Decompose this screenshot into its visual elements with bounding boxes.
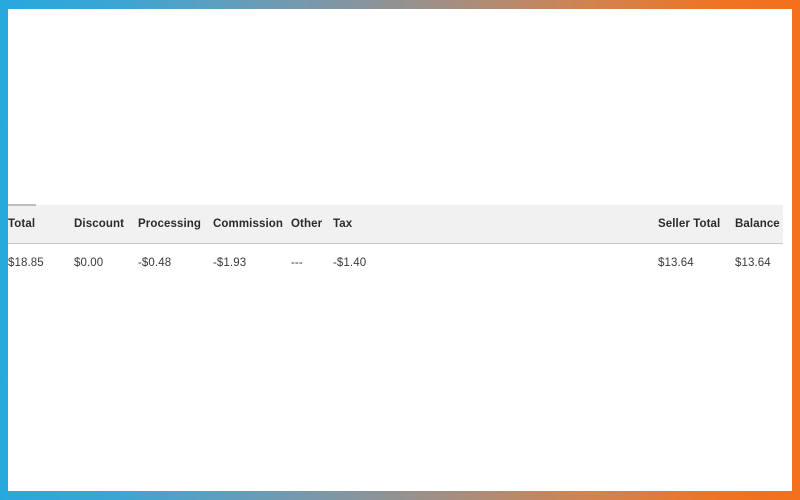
column-header-tax[interactable]: Tax <box>333 204 658 244</box>
cell-other: --- <box>291 243 333 282</box>
column-header-other[interactable]: Other <box>291 204 333 244</box>
cell-balance: $13.64 <box>735 243 783 282</box>
transaction-summary-table: Total Discount Processing Commission Oth… <box>8 204 783 282</box>
table-row[interactable]: $18.85 $0.00 -$0.48 -$1.93 --- -$1.40 $1… <box>8 243 783 282</box>
table-header: Total Discount Processing Commission Oth… <box>8 204 783 244</box>
cell-discount: $0.00 <box>74 243 138 282</box>
cell-tax: -$1.40 <box>333 243 658 282</box>
table-body: $18.85 $0.00 -$0.48 -$1.93 --- -$1.40 $1… <box>8 243 783 282</box>
cell-processing: -$0.48 <box>138 243 213 282</box>
cell-total: $18.85 <box>8 243 74 282</box>
column-header-total[interactable]: Total <box>8 204 74 244</box>
screenshot-canvas: Total Discount Processing Commission Oth… <box>0 0 800 500</box>
cell-seller-total: $13.64 <box>658 243 735 282</box>
column-header-commission[interactable]: Commission <box>213 204 291 244</box>
cell-commission: -$1.93 <box>213 243 291 282</box>
column-header-seller-total[interactable]: Seller Total <box>658 204 735 244</box>
transaction-summary-table-container: Total Discount Processing Commission Oth… <box>8 204 783 282</box>
page-content: Total Discount Processing Commission Oth… <box>8 9 783 491</box>
column-header-processing[interactable]: Processing <box>138 204 213 244</box>
table-header-row: Total Discount Processing Commission Oth… <box>8 204 783 244</box>
column-header-discount[interactable]: Discount <box>74 204 138 244</box>
column-header-balance[interactable]: Balance <box>735 204 783 244</box>
